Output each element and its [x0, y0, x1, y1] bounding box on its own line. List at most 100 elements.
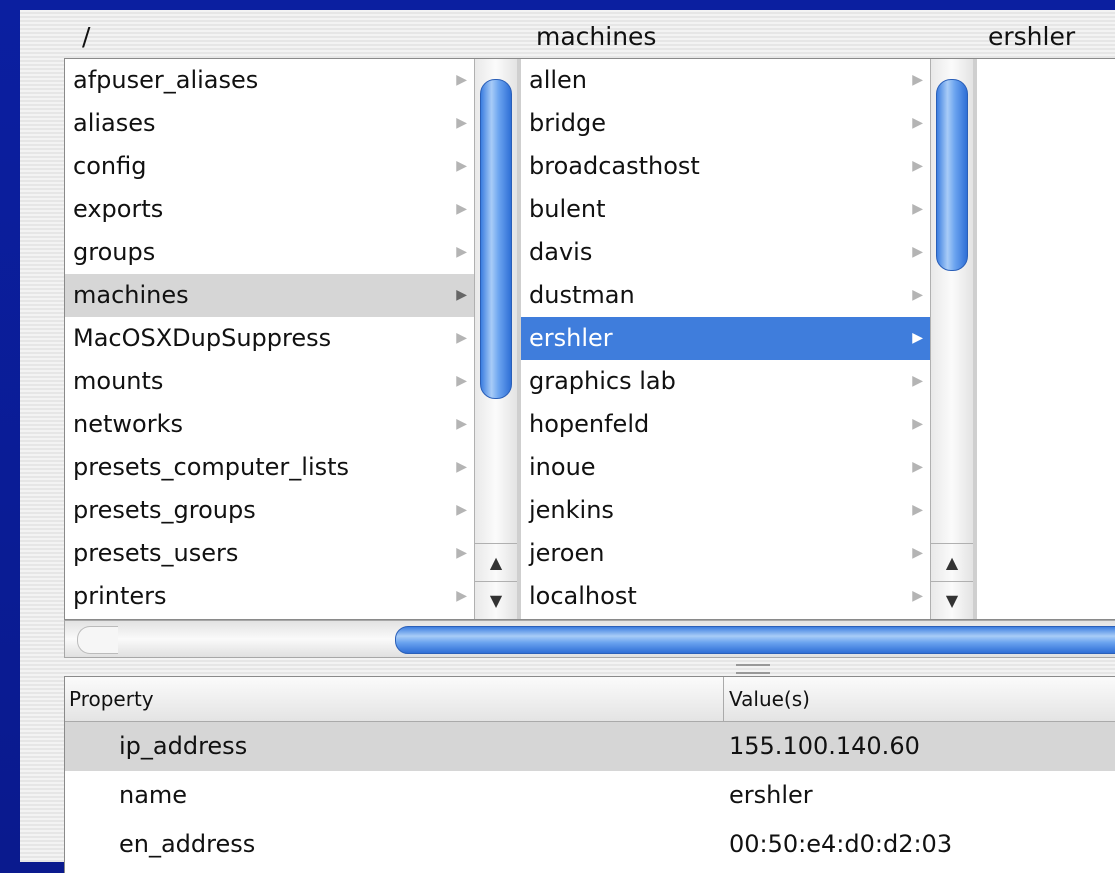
list-item[interactable]: broadcasthost ▶ [521, 145, 931, 188]
list-item-label: graphics lab [529, 367, 676, 395]
disclosure-arrow-icon: ▶ [912, 244, 923, 260]
column-header-ershler: ershler [988, 22, 1076, 51]
list-item[interactable]: inoue ▶ [521, 446, 931, 489]
horizontal-scrollbar[interactable] [64, 620, 1115, 658]
table-row[interactable]: name ershler [65, 771, 1115, 820]
disclosure-arrow-icon: ▶ [456, 201, 467, 217]
disclosure-arrow-icon: ▶ [456, 158, 467, 174]
list-item-label: mounts [73, 367, 164, 395]
scroll-track-left-cap [77, 626, 118, 654]
list-item-label: davis [529, 238, 593, 266]
disclosure-arrow-icon: ▶ [456, 72, 467, 88]
disclosure-arrow-icon: ▶ [456, 115, 467, 131]
list-item-label: hopenfeld [529, 410, 650, 438]
list-item[interactable]: afpuser_aliases ▶ [65, 59, 475, 102]
list-item-label: presets_computer_lists [73, 453, 350, 481]
list-item[interactable]: presets_groups ▶ [65, 489, 475, 532]
list-item[interactable]: jenkins ▶ [521, 489, 931, 532]
column-browser: afpuser_aliases ▶ aliases ▶ config ▶ exports ▶ g… [64, 58, 1115, 620]
list-item[interactable]: MacOSXDupSuppress ▶ [65, 317, 475, 360]
list-item[interactable]: groups ▶ [65, 231, 475, 274]
property-value[interactable]: 155.100.140.60 [729, 722, 920, 771]
list-item[interactable]: machines ▶ [65, 274, 475, 317]
values-column-header[interactable]: Value(s) [729, 677, 810, 721]
list-item[interactable]: localhost ▶ [521, 575, 931, 618]
disclosure-arrow-icon: ▶ [912, 545, 923, 561]
list-item-label: dustman [529, 281, 635, 309]
list-item-label: aliases [73, 109, 156, 137]
browser-column-ershler [977, 59, 1115, 619]
scroll-down-button[interactable]: ▼ [475, 581, 517, 619]
property-column-header[interactable]: Property [69, 677, 154, 721]
disclosure-arrow-icon: ▶ [456, 416, 467, 432]
list-item-label: groups [73, 238, 156, 266]
browser-column-root: afpuser_aliases ▶ aliases ▶ config ▶ exports ▶ g… [65, 59, 517, 619]
list-item-label: bridge [529, 109, 607, 137]
list-item[interactable]: presets_users ▶ [65, 532, 475, 575]
scroll-thumb[interactable] [480, 79, 512, 399]
list-item[interactable]: bridge ▶ [521, 102, 931, 145]
netinfo-window: / machines ershler afpuser_aliases ▶ alias… [20, 10, 1115, 873]
property-table: Property Value(s) ip_address 155.100.140.… [64, 676, 1115, 873]
list-item[interactable]: bulent ▶ [521, 188, 931, 231]
list-item[interactable]: allen ▶ [521, 59, 931, 102]
list-item-label: jeroen [529, 539, 605, 567]
list-item[interactable]: printers ▶ [65, 575, 475, 618]
scroll-up-button[interactable]: ▲ [475, 543, 517, 582]
list-item[interactable]: networks ▶ [65, 403, 475, 446]
table-body: ip_address 155.100.140.60 name ershler en_ad… [65, 722, 1115, 869]
list-item[interactable]: aliases ▶ [65, 102, 475, 145]
list-item-label: presets_users [73, 539, 239, 567]
disclosure-arrow-icon: ▶ [456, 287, 467, 303]
list-item[interactable]: dustman ▶ [521, 274, 931, 317]
disclosure-arrow-icon: ▶ [456, 373, 467, 389]
split-view-handle[interactable] [736, 664, 770, 674]
disclosure-arrow-icon: ▶ [912, 330, 923, 346]
scroll-down-icon: ▼ [945, 591, 959, 610]
column-header-root: / [82, 22, 91, 51]
list-item-label: afpuser_aliases [73, 66, 259, 94]
horizontal-scroll-thumb[interactable] [395, 626, 1115, 654]
table-row[interactable]: ip_address 155.100.140.60 [65, 722, 1115, 771]
scroll-down-button[interactable]: ▼ [931, 581, 973, 619]
list-item-label: localhost [529, 582, 637, 610]
disclosure-arrow-icon: ▶ [456, 545, 467, 561]
list-item[interactable]: mounts ▶ [65, 360, 475, 403]
disclosure-arrow-icon: ▶ [456, 459, 467, 475]
disclosure-arrow-icon: ▶ [912, 416, 923, 432]
list-item-label: printers [73, 582, 167, 610]
property-name: ip_address [119, 732, 248, 760]
scroll-thumb[interactable] [936, 79, 968, 271]
list-item-label: broadcasthost [529, 152, 700, 180]
scroll-up-icon: ▲ [489, 553, 503, 572]
list-item[interactable]: hopenfeld ▶ [521, 403, 931, 446]
disclosure-arrow-icon: ▶ [912, 287, 923, 303]
scroll-up-button[interactable]: ▲ [931, 543, 973, 582]
list-item-label: networks [73, 410, 183, 438]
list-item-label: jenkins [529, 496, 614, 524]
list-item-label: bulent [529, 195, 606, 223]
disclosure-arrow-icon: ▶ [456, 244, 467, 260]
list-item-label: config [73, 152, 147, 180]
disclosure-arrow-icon: ▶ [912, 459, 923, 475]
list-item[interactable]: config ▶ [65, 145, 475, 188]
list-item-label: MacOSXDupSuppress [73, 324, 332, 352]
list-item[interactable]: ershler ▶ [521, 317, 931, 360]
disclosure-arrow-icon: ▶ [912, 373, 923, 389]
disclosure-arrow-icon: ▶ [456, 330, 467, 346]
list-item[interactable]: graphics lab ▶ [521, 360, 931, 403]
list-item-label: exports [73, 195, 164, 223]
list-item[interactable]: jeroen ▶ [521, 532, 931, 575]
list-item-label: presets_groups [73, 496, 256, 524]
disclosure-arrow-icon: ▶ [912, 502, 923, 518]
property-value[interactable]: ershler [729, 771, 813, 820]
disclosure-arrow-icon: ▶ [456, 588, 467, 604]
list-item[interactable]: exports ▶ [65, 188, 475, 231]
list-item[interactable]: davis ▶ [521, 231, 931, 274]
list-item-label: inoue [529, 453, 596, 481]
list-item[interactable]: presets_computer_lists ▶ [65, 446, 475, 489]
vertical-scrollbar-machines[interactable]: ▲ ▼ [930, 59, 973, 619]
disclosure-arrow-icon: ▶ [912, 72, 923, 88]
vertical-scrollbar-root[interactable]: ▲ ▼ [474, 59, 517, 619]
browser-column-machines: allen ▶ bridge ▶ broadcasthost ▶ bulent ▶ davis ▶… [521, 59, 973, 619]
